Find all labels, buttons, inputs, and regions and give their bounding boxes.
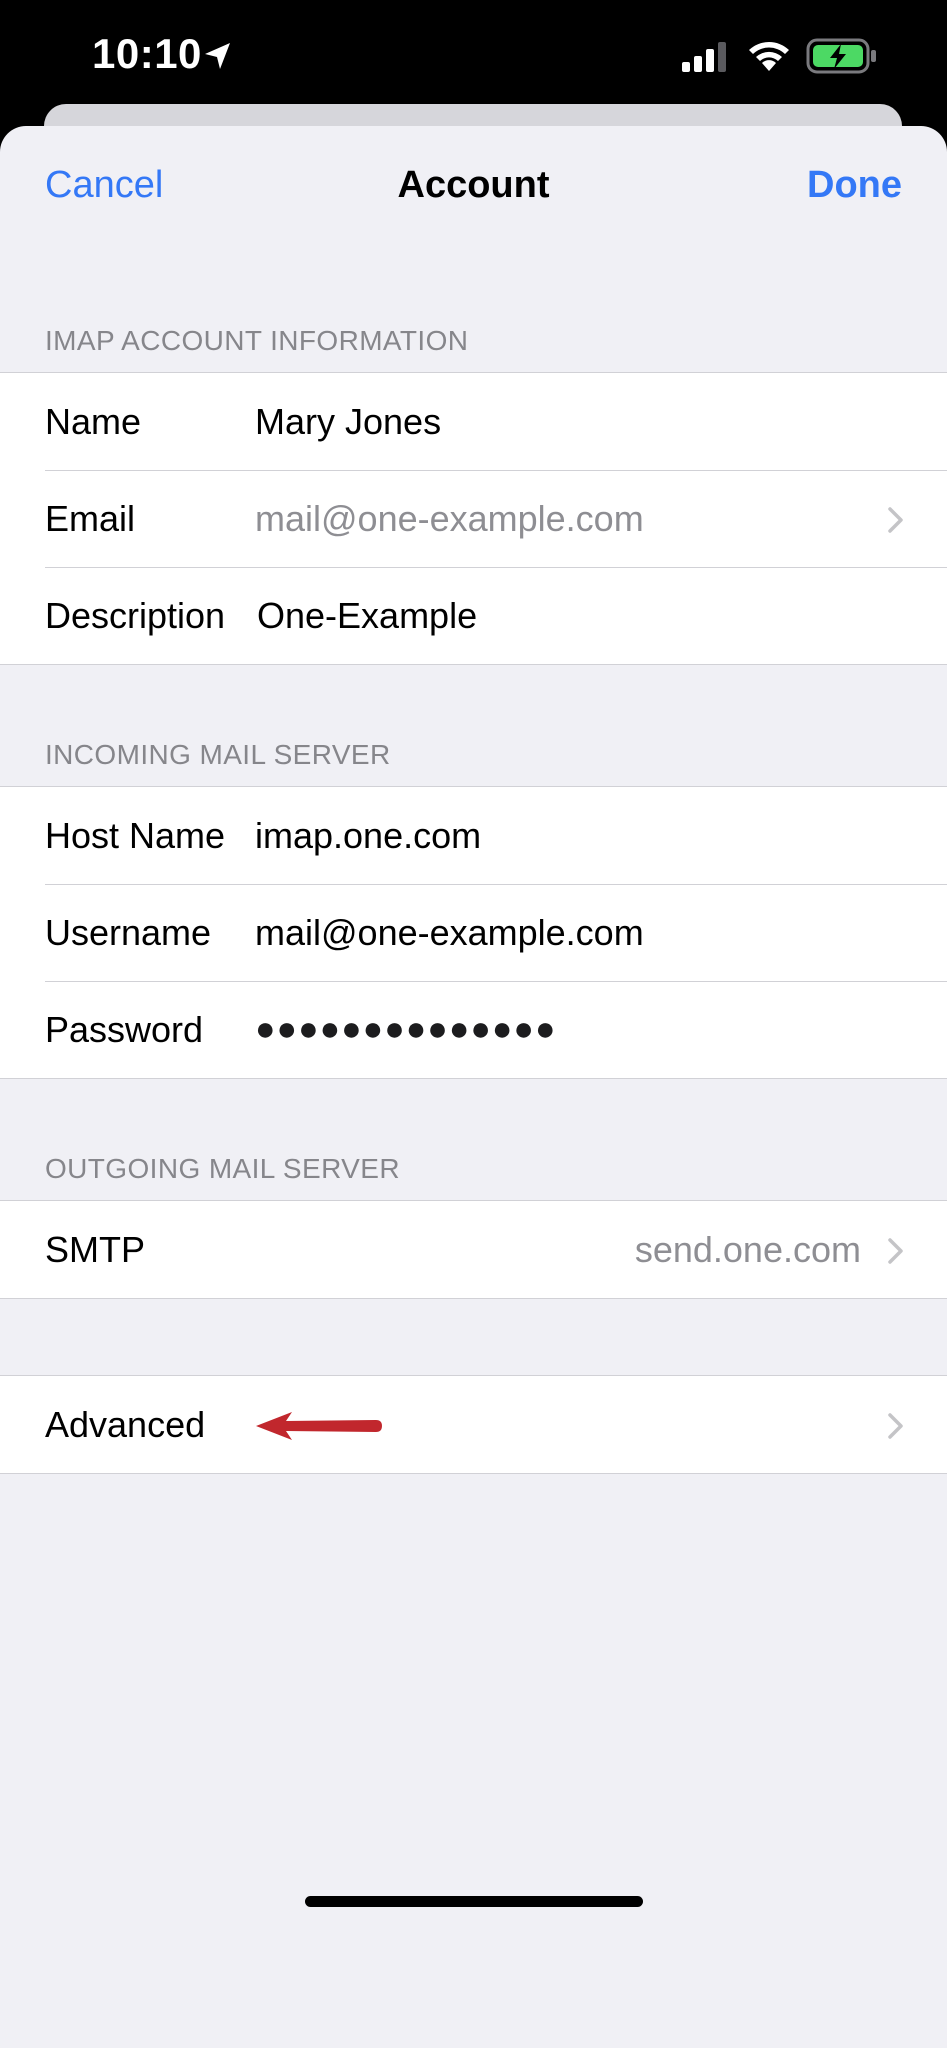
- cellular-signal-icon: [682, 42, 726, 72]
- imap-account-group: Name Mary Jones Email mail@one-example.c…: [0, 372, 947, 665]
- advanced-group: Advanced: [0, 1375, 947, 1474]
- description-row[interactable]: Description One-Example: [0, 567, 947, 664]
- host-name-row[interactable]: Host Name imap.one.com: [0, 787, 947, 884]
- smtp-label: SMTP: [45, 1229, 146, 1270]
- smtp-row[interactable]: SMTP send.one.com: [0, 1201, 947, 1298]
- account-sheet: Account Cancel Done IMAP ACCOUNT INFORMA…: [0, 126, 947, 2048]
- name-row[interactable]: Name Mary Jones: [0, 373, 947, 470]
- status-bar: 10:10: [0, 0, 947, 110]
- battery-charging-icon: [806, 38, 876, 74]
- chevron-right-icon: [888, 507, 903, 533]
- red-arrow-annotation-icon: [256, 1412, 382, 1440]
- imap-section-header: IMAP ACCOUNT INFORMATION: [45, 325, 469, 356]
- name-label: Name: [45, 401, 142, 442]
- email-row[interactable]: Email mail@one-example.com: [0, 470, 947, 567]
- description-field[interactable]: One-Example: [257, 567, 477, 664]
- outgoing-server-group: SMTP send.one.com: [0, 1200, 947, 1299]
- location-arrow-icon: [205, 43, 230, 69]
- chevron-right-icon: [888, 1238, 903, 1264]
- username-row[interactable]: Username mail@one-example.com: [0, 884, 947, 981]
- cancel-button[interactable]: Cancel: [45, 164, 163, 207]
- host-name-label: Host Name: [45, 815, 226, 856]
- advanced-label: Advanced: [45, 1404, 206, 1445]
- password-label: Password: [45, 1009, 204, 1050]
- smtp-value: send.one.com: [634, 1229, 861, 1270]
- password-field[interactable]: ●●●●●●●●●●●●●●: [255, 981, 557, 1078]
- description-label: Description: [45, 595, 226, 636]
- username-label: Username: [45, 912, 212, 953]
- wifi-icon: [749, 42, 789, 71]
- home-indicator[interactable]: [305, 1896, 643, 1907]
- chevron-right-icon: [888, 1413, 903, 1439]
- email-label: Email: [45, 498, 136, 539]
- outgoing-section-header: OUTGOING MAIL SERVER: [45, 1153, 400, 1184]
- name-field[interactable]: Mary Jones: [255, 373, 441, 470]
- password-row[interactable]: Password ●●●●●●●●●●●●●●: [0, 981, 947, 1078]
- username-field[interactable]: mail@one-example.com: [255, 884, 644, 981]
- email-field[interactable]: mail@one-example.com: [255, 470, 644, 567]
- advanced-row[interactable]: Advanced: [0, 1376, 947, 1473]
- incoming-section-header: INCOMING MAIL SERVER: [45, 739, 391, 770]
- done-button[interactable]: Done: [807, 164, 902, 207]
- status-time: 10:10: [92, 30, 202, 77]
- incoming-server-group: Host Name imap.one.com Username mail@one…: [0, 786, 947, 1079]
- host-name-field[interactable]: imap.one.com: [255, 787, 481, 884]
